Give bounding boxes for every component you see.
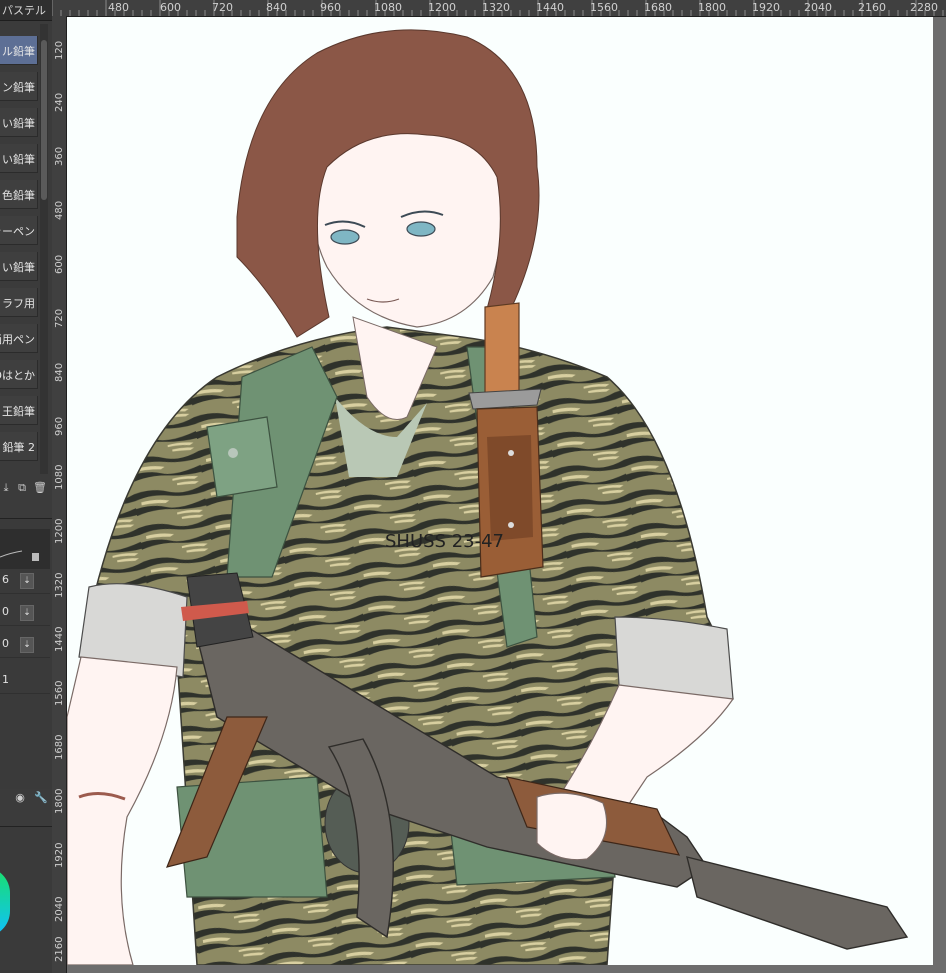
opacity-row[interactable]: 0 ⇣ bbox=[0, 601, 50, 626]
brush-label: い鉛筆 bbox=[2, 117, 35, 130]
brush-item[interactable]: 色鉛筆 bbox=[0, 180, 38, 209]
drawing-canvas[interactable]: SHUSS 23-47 bbox=[67, 17, 933, 965]
density-row[interactable]: 0 ⇣ bbox=[0, 633, 50, 658]
ruler-label: 1320 bbox=[54, 572, 65, 598]
brush-item[interactable]: Dはとか bbox=[0, 360, 38, 389]
brush-item[interactable]: い鉛筆 bbox=[0, 144, 38, 173]
brush-label: ン鉛筆 bbox=[2, 81, 35, 94]
ruler-label: 360 bbox=[54, 146, 65, 166]
ruler-label: 1080 bbox=[54, 464, 65, 490]
brush-delete-icon[interactable]: 🗑 bbox=[33, 482, 47, 494]
ruler-label: 1560 bbox=[590, 1, 618, 14]
ruler-label: 1080 bbox=[374, 1, 402, 14]
clip-studio-window: パステル ル鉛筆 ン鉛筆 い鉛筆 い鉛筆 色鉛筆 ャーペン い鉛筆 ラフ用 画用… bbox=[0, 0, 946, 973]
brush-item[interactable]: 画用ペン bbox=[0, 324, 38, 353]
brush-item[interactable]: い鉛筆 bbox=[0, 108, 38, 137]
horizontal-ruler: 480 600 720 840 960 1080 1200 1320 1440 … bbox=[52, 0, 946, 17]
ruler-label: 720 bbox=[54, 308, 65, 328]
ruler-label: 240 bbox=[54, 92, 65, 112]
brush-actions: ⤓ ⧉ 🗑 bbox=[0, 478, 52, 498]
ruler-label: 1200 bbox=[54, 518, 65, 544]
brush-size-row[interactable]: 6 ⇣ bbox=[0, 569, 50, 594]
ruler-label: 2160 bbox=[858, 1, 886, 14]
illustration: SHUSS 23-47 bbox=[67, 29, 909, 965]
canvas-bottom-margin bbox=[67, 965, 933, 973]
ruler-label: 1320 bbox=[482, 1, 510, 14]
brush-label: 鉛筆 2 bbox=[2, 441, 36, 454]
ruler-label: 960 bbox=[54, 416, 65, 436]
ruler-label: 2160 bbox=[54, 936, 65, 962]
stabilization-row[interactable]: 1 bbox=[0, 669, 50, 694]
brush-label: Dはとか bbox=[0, 369, 35, 382]
ruler-label: 1680 bbox=[644, 1, 672, 14]
brush-label: ラフ用 bbox=[2, 297, 35, 310]
wrench-icon[interactable]: 🔧 bbox=[34, 792, 48, 804]
ruler-label: 1920 bbox=[54, 842, 65, 868]
ruler-label: 840 bbox=[266, 1, 287, 14]
brush-label: い鉛筆 bbox=[2, 153, 35, 166]
brush-copy-icon[interactable]: ⧉ bbox=[16, 482, 28, 494]
brush-item[interactable]: ン鉛筆 bbox=[0, 72, 38, 101]
sub-tool-panel: パステル ル鉛筆 ン鉛筆 い鉛筆 い鉛筆 色鉛筆 ャーペン い鉛筆 ラフ用 画用… bbox=[0, 0, 53, 973]
ruler-label: 840 bbox=[54, 362, 65, 382]
ruler-label: 960 bbox=[320, 1, 341, 14]
brush-size-dropdown[interactable]: ⇣ bbox=[20, 573, 34, 589]
color-wheel-panel bbox=[0, 826, 52, 973]
stroke-preview bbox=[0, 529, 50, 569]
shirt-name-tape: SHUSS 23-47 bbox=[385, 531, 504, 552]
stabilization-value: 1 bbox=[2, 673, 9, 686]
brush-add-icon[interactable]: ⤓ bbox=[0, 482, 12, 494]
ruler-label: 120 bbox=[54, 40, 65, 60]
ruler-label: 480 bbox=[108, 1, 129, 14]
sub-tool-tab-label: パステル bbox=[2, 4, 46, 17]
ruler-label: 1440 bbox=[54, 626, 65, 652]
ruler-label: 720 bbox=[212, 1, 233, 14]
tool-property-panel: 6 ⇣ 0 ⇣ 0 ⇣ 1 bbox=[0, 518, 52, 789]
ruler-label: 2040 bbox=[54, 896, 65, 922]
sub-tool-tab[interactable]: パステル bbox=[0, 0, 52, 21]
brush-item[interactable]: ラフ用 bbox=[0, 288, 38, 317]
ruler-label: 600 bbox=[160, 1, 181, 14]
brush-label: い鉛筆 bbox=[2, 261, 35, 274]
density-value: 0 bbox=[2, 637, 9, 650]
opacity-dropdown[interactable]: ⇣ bbox=[20, 605, 34, 621]
ruler-label: 1800 bbox=[54, 788, 65, 814]
dial-icon[interactable]: ◉ bbox=[14, 792, 26, 804]
vertical-ruler: 120 240 360 480 600 720 840 960 1080 120… bbox=[52, 16, 67, 973]
canvas-right-margin bbox=[933, 17, 946, 973]
brush-label: 王鉛筆 bbox=[2, 405, 35, 418]
right-hand bbox=[536, 792, 608, 861]
brush-item[interactable]: い鉛筆 bbox=[0, 252, 38, 281]
ruler-label: 1440 bbox=[536, 1, 564, 14]
ruler-label: 1920 bbox=[752, 1, 780, 14]
ruler-label: 1680 bbox=[54, 734, 65, 760]
brush-size-value: 6 bbox=[2, 573, 9, 586]
ruler-label: 1200 bbox=[428, 1, 456, 14]
opacity-value: 0 bbox=[2, 605, 9, 618]
brush-label: 画用ペン bbox=[0, 333, 35, 346]
brush-label: 色鉛筆 bbox=[2, 189, 35, 202]
ruler-label: 1560 bbox=[54, 680, 65, 706]
brush-item[interactable]: 王鉛筆 bbox=[0, 396, 38, 425]
brush-label: ャーペン bbox=[0, 225, 35, 238]
ruler-label: 2040 bbox=[804, 1, 832, 14]
brush-label: ル鉛筆 bbox=[2, 45, 35, 58]
ruler-label: 1800 bbox=[698, 1, 726, 14]
brush-list-scroll-thumb[interactable] bbox=[41, 40, 47, 200]
brush-item[interactable]: 鉛筆 2 bbox=[0, 432, 38, 461]
ruler-label: 600 bbox=[54, 254, 65, 274]
ruler-label: 480 bbox=[54, 200, 65, 220]
color-wheel[interactable] bbox=[0, 867, 10, 937]
ruler-label: 2280 bbox=[910, 1, 938, 14]
tool-property-footer: ◉ 🔧 bbox=[0, 790, 52, 810]
stroke-preview-curve bbox=[0, 550, 39, 561]
brush-item[interactable]: ャーペン bbox=[0, 216, 38, 245]
density-dropdown[interactable]: ⇣ bbox=[20, 637, 34, 653]
brush-item[interactable]: ル鉛筆 bbox=[0, 36, 38, 65]
